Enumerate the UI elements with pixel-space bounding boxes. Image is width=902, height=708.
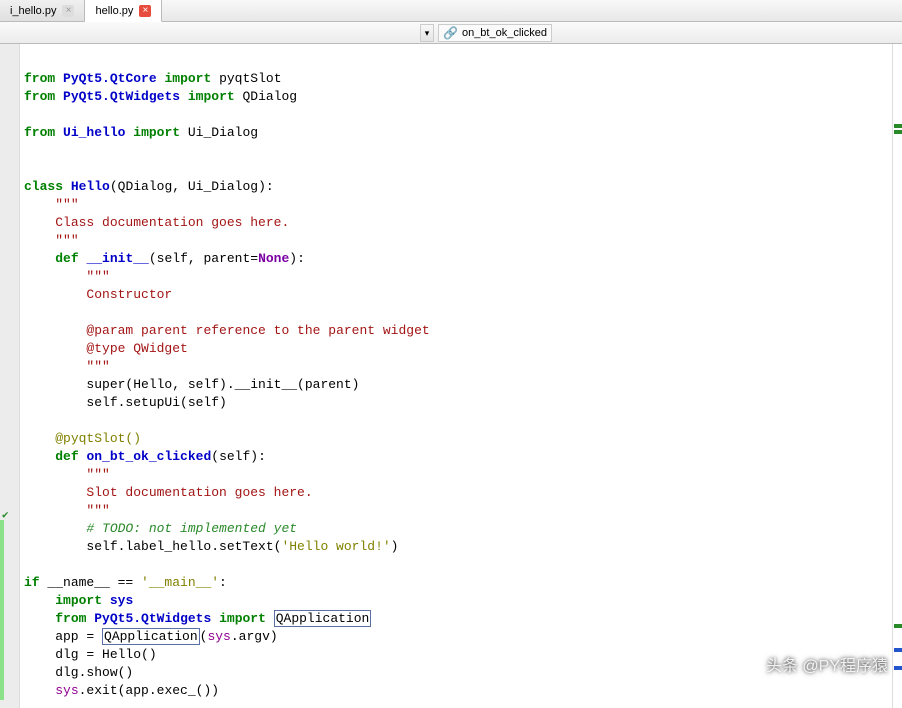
symbol-label: on_bt_ok_clicked: [462, 27, 547, 39]
chevron-down-icon[interactable]: ▾: [420, 24, 434, 42]
ruler-mark: [894, 124, 902, 128]
code-editor[interactable]: from PyQt5.QtCore import pyqtSlot from P…: [20, 44, 892, 708]
tab-label: hello.py: [95, 5, 133, 17]
close-icon[interactable]: ×: [62, 5, 74, 17]
check-icon: ✔: [2, 508, 16, 520]
tab-bar: i_hello.py × hello.py ×: [0, 0, 902, 22]
tab-hello[interactable]: hello.py ×: [85, 0, 162, 22]
overview-ruler[interactable]: [892, 44, 902, 708]
fold-gutter[interactable]: ✔: [0, 44, 20, 708]
tab-label: i_hello.py: [10, 5, 56, 17]
ruler-mark: [894, 130, 902, 134]
editor-area: ✔ from PyQt5.QtCore import pyqtSlot from…: [0, 44, 902, 708]
ruler-mark: [894, 666, 902, 670]
close-icon[interactable]: ×: [139, 5, 151, 17]
tab-ui-hello[interactable]: i_hello.py ×: [0, 0, 85, 21]
link-icon: 🔗: [443, 26, 458, 40]
change-bar: [0, 520, 4, 700]
symbol-selector[interactable]: 🔗 on_bt_ok_clicked: [438, 24, 552, 42]
ruler-mark: [894, 648, 902, 652]
ruler-mark: [894, 624, 902, 628]
symbol-toolbar: ▾ 🔗 on_bt_ok_clicked: [0, 22, 902, 44]
